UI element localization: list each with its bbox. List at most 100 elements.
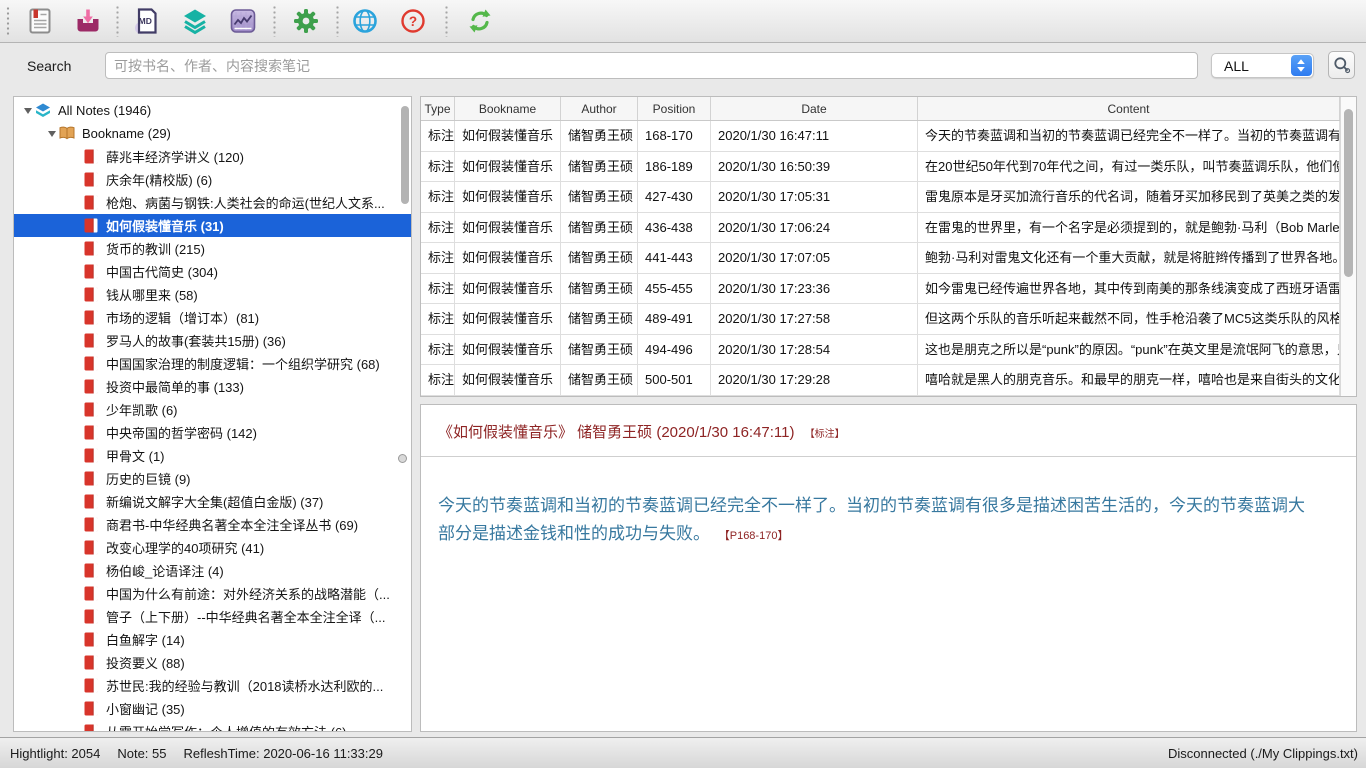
settings-button[interactable] bbox=[290, 5, 322, 37]
sidebar-tree-item[interactable]: 甲骨文 (1) bbox=[14, 444, 411, 467]
sidebar-tree-item[interactable]: Bookname (29) bbox=[14, 122, 411, 145]
note-table-row[interactable]: 标注 如何假装懂音乐 储智勇王硕 427-430 2020/1/30 17:05… bbox=[421, 182, 1340, 213]
column-header-type[interactable]: Type bbox=[421, 97, 455, 120]
layers-button[interactable] bbox=[179, 5, 211, 37]
cell-author: 储智勇王硕 bbox=[561, 243, 638, 273]
statistics-button[interactable] bbox=[227, 5, 259, 37]
sidebar-tree-item[interactable]: 货币的教训 (215) bbox=[14, 237, 411, 260]
sidebar-tree-item-label: 少年凯歌 (6) bbox=[103, 400, 178, 419]
sidebar-scrollbar[interactable] bbox=[401, 106, 409, 204]
table-scrollbar-thumb[interactable] bbox=[1344, 109, 1353, 277]
book-icon bbox=[83, 379, 99, 394]
cell-bookname: 如何假装懂音乐 bbox=[455, 365, 561, 395]
note-table-row[interactable]: 标注 如何假装懂音乐 储智勇王硕 455-455 2020/1/30 17:23… bbox=[421, 274, 1340, 305]
book-icon bbox=[83, 218, 99, 233]
sidebar-tree-item[interactable]: 改变心理学的40项研究 (41) bbox=[14, 536, 411, 559]
sidebar-tree-item[interactable]: 薛兆丰经济学讲义 (120) bbox=[14, 145, 411, 168]
disclosure-triangle-icon[interactable] bbox=[44, 131, 59, 137]
sidebar-tree-item[interactable]: 投资中最简单的事 (133) bbox=[14, 375, 411, 398]
sidebar-tree-item[interactable]: 苏世民:我的经验与教训（2018读桥水达利欧的... bbox=[14, 674, 411, 697]
book-icon bbox=[83, 264, 99, 279]
disclosure-triangle-icon[interactable] bbox=[20, 108, 35, 114]
sidebar-tree-item[interactable]: 新编说文解字大全集(超值白金版) (37) bbox=[14, 490, 411, 513]
sidebar-tree-item[interactable]: 中央帝国的哲学密码 (142) bbox=[14, 421, 411, 444]
book-icon bbox=[83, 333, 99, 348]
sidebar-tree-item[interactable]: 中国国家治理的制度逻辑：一个组织学研究 (68) bbox=[14, 352, 411, 375]
splitter-handle[interactable] bbox=[398, 454, 407, 463]
cell-author: 储智勇王硕 bbox=[561, 365, 638, 395]
cell-position: 494-496 bbox=[638, 335, 711, 365]
note-type-filter-value: ALL bbox=[1212, 58, 1291, 74]
help-button[interactable]: ? bbox=[397, 5, 429, 37]
sidebar-tree-item[interactable]: 杨伯峻_论语译注 (4) bbox=[14, 559, 411, 582]
book-icon bbox=[83, 287, 99, 302]
sidebar-tree-item[interactable]: 小窗幽记 (35) bbox=[14, 697, 411, 720]
note-table-row[interactable]: 标注 如何假装懂音乐 储智勇王硕 494-496 2020/1/30 17:28… bbox=[421, 335, 1340, 366]
column-header-date[interactable]: Date bbox=[711, 97, 918, 120]
table-scrollbar[interactable] bbox=[1340, 97, 1356, 396]
web-button[interactable] bbox=[349, 5, 381, 37]
refresh-time: RefleshTime: 2020-06-16 11:33:29 bbox=[184, 746, 383, 761]
book-icon bbox=[83, 425, 99, 440]
cell-bookname: 如何假装懂音乐 bbox=[455, 335, 561, 365]
sidebar-tree-item[interactable]: 市场的逻辑（增订本）(81) bbox=[14, 306, 411, 329]
sidebar-tree-item[interactable]: 如何假装懂音乐 (31) bbox=[14, 214, 411, 237]
detail-divider bbox=[421, 456, 1356, 457]
sidebar-tree-item[interactable]: 枪炮、病菌与钢铁:人类社会的命运(世纪人文系... bbox=[14, 191, 411, 214]
search-button[interactable] bbox=[1328, 51, 1355, 79]
note-type-filter-dropdown[interactable]: ALL bbox=[1211, 53, 1314, 78]
cell-type: 标注 bbox=[421, 152, 455, 182]
cell-bookname: 如何假装懂音乐 bbox=[455, 152, 561, 182]
cell-bookname: 如何假装懂音乐 bbox=[455, 243, 561, 273]
sidebar-tree-item[interactable]: All Notes (1946) bbox=[14, 99, 411, 122]
sidebar-tree-item[interactable]: 罗马人的故事(套装共15册) (36) bbox=[14, 329, 411, 352]
sidebar-tree-item[interactable]: 从零开始学写作：个人增值的有效方法 (6) bbox=[14, 720, 411, 732]
sidebar-tree-item[interactable]: 管子（上下册）--中华经典名著全本全注全译（... bbox=[14, 605, 411, 628]
book-icon bbox=[83, 448, 99, 463]
layers-icon bbox=[181, 7, 209, 35]
cell-date: 2020/1/30 17:05:31 bbox=[711, 182, 918, 212]
column-header-content[interactable]: Content bbox=[918, 97, 1340, 120]
cell-content: 今天的节奏蓝调和当初的节奏蓝调已经完全不一样了。当初的节奏蓝调有很多是描... bbox=[918, 121, 1340, 151]
cell-content: 在雷鬼的世界里，有一个名字是必须提到的，就是鲍勃·马利（Bob Marley）。… bbox=[918, 213, 1340, 243]
note-table-row[interactable]: 标注 如何假装懂音乐 储智勇王硕 436-438 2020/1/30 17:06… bbox=[421, 213, 1340, 244]
search-input[interactable] bbox=[105, 52, 1198, 79]
dropdown-stepper-icon bbox=[1291, 55, 1312, 76]
column-header-bookname[interactable]: Bookname bbox=[455, 97, 561, 120]
note-table-row[interactable]: 标注 如何假装懂音乐 储智勇王硕 489-491 2020/1/30 17:27… bbox=[421, 304, 1340, 335]
note-table-row[interactable]: 标注 如何假装懂音乐 储智勇王硕 441-443 2020/1/30 17:07… bbox=[421, 243, 1340, 274]
book-icon bbox=[83, 724, 99, 732]
note-table-row[interactable]: 标注 如何假装懂音乐 储智勇王硕 168-170 2020/1/30 16:47… bbox=[421, 121, 1340, 152]
sidebar-tree-item[interactable]: 中国为什么有前途：对外经济关系的战略潜能（... bbox=[14, 582, 411, 605]
sidebar-tree-item[interactable]: 少年凯歌 (6) bbox=[14, 398, 411, 421]
sidebar-tree-item-label: 管子（上下册）--中华经典名著全本全注全译（... bbox=[103, 607, 386, 626]
import-clippings-button[interactable] bbox=[72, 5, 104, 37]
sidebar-tree-item-label: 薛兆丰经济学讲义 (120) bbox=[103, 147, 244, 166]
sidebar-tree-item-label: 中央帝国的哲学密码 (142) bbox=[103, 423, 257, 442]
notes-document-button[interactable] bbox=[24, 5, 56, 37]
refresh-button[interactable] bbox=[464, 5, 496, 37]
toolbar-drag-handle bbox=[6, 6, 10, 36]
sidebar-tree-item[interactable]: 历史的巨镜 (9) bbox=[14, 467, 411, 490]
sidebar-tree-item[interactable]: 投资要义 (88) bbox=[14, 651, 411, 674]
cell-type: 标注 bbox=[421, 243, 455, 273]
note-detail-title: 《如何假装懂音乐》 储智勇王硕 (2020/1/30 16:47:11) 【标注… bbox=[438, 421, 1336, 442]
markdown-export-button[interactable]: MD bbox=[131, 5, 163, 37]
note-table-row[interactable]: 标注 如何假装懂音乐 储智勇王硕 500-501 2020/1/30 17:29… bbox=[421, 365, 1340, 396]
book-icon bbox=[83, 471, 99, 486]
cell-bookname: 如何假装懂音乐 bbox=[455, 121, 561, 151]
column-header-author[interactable]: Author bbox=[561, 97, 638, 120]
sidebar-tree-item-label: All Notes (1946) bbox=[55, 103, 151, 118]
column-header-position[interactable]: Position bbox=[638, 97, 711, 120]
cell-type: 标注 bbox=[421, 365, 455, 395]
cell-author: 储智勇王硕 bbox=[561, 274, 638, 304]
cell-content: 但这两个乐队的音乐听起来截然不同，性手枪沿袭了MC5这类乐队的风格，冲撞... bbox=[918, 304, 1340, 334]
sidebar-tree-item[interactable]: 白鱼解字 (14) bbox=[14, 628, 411, 651]
cell-author: 储智勇王硕 bbox=[561, 213, 638, 243]
cell-author: 储智勇王硕 bbox=[561, 304, 638, 334]
sidebar-tree-item[interactable]: 钱从哪里来 (58) bbox=[14, 283, 411, 306]
note-table-row[interactable]: 标注 如何假装懂音乐 储智勇王硕 186-189 2020/1/30 16:50… bbox=[421, 152, 1340, 183]
sidebar-tree-item[interactable]: 中国古代简史 (304) bbox=[14, 260, 411, 283]
sidebar-tree-item[interactable]: 庆余年(精校版) (6) bbox=[14, 168, 411, 191]
sidebar-tree-item[interactable]: 商君书-中华经典名著全本全注全译丛书 (69) bbox=[14, 513, 411, 536]
